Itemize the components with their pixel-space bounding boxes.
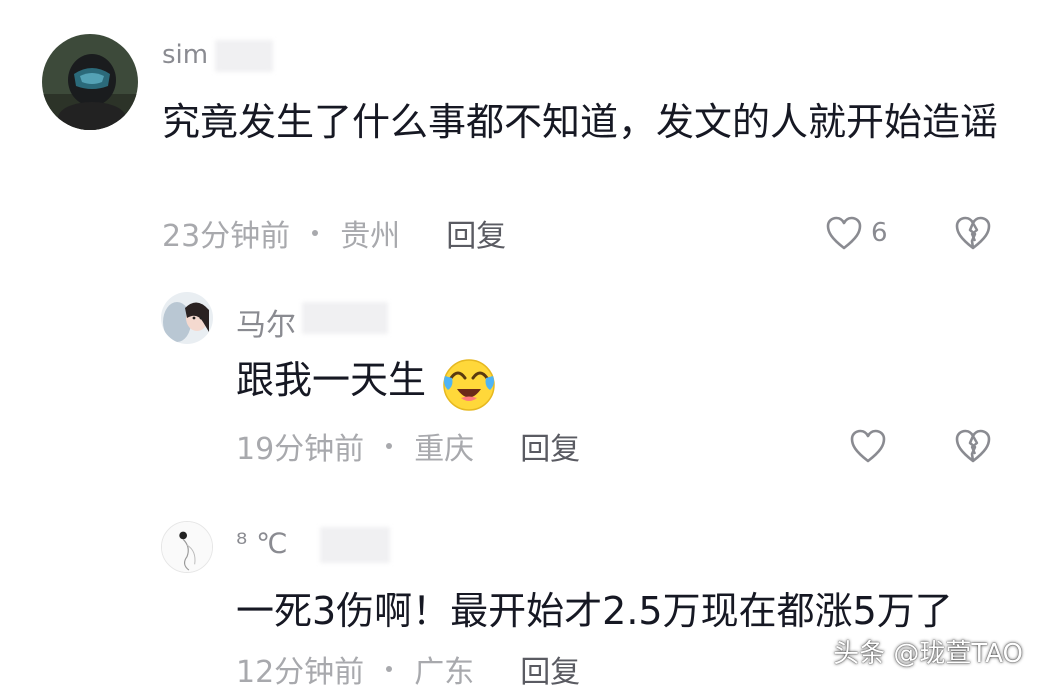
comment-time: 12分钟前 — [236, 655, 365, 686]
like-count: 6 — [871, 218, 888, 248]
comment-location: 重庆 — [414, 432, 475, 467]
comment-meta: 12分钟前 广东 回复 — [236, 649, 580, 686]
reply-button[interactable]: 回复 — [520, 424, 580, 468]
heart-icon — [826, 216, 862, 250]
comment-meta: 23分钟前 贵州 回复 — [162, 211, 506, 255]
avatar[interactable] — [161, 292, 213, 344]
comment-time: 19分钟前 — [236, 432, 365, 467]
comment-time: 23分钟前 — [162, 219, 291, 254]
comment-text-body: 跟我一天生 — [236, 358, 427, 402]
comment-text: 究竟发生了什么事都不知道，发文的人就开始造谣 — [162, 100, 999, 144]
like-button[interactable]: 6 — [825, 215, 888, 251]
username[interactable]: 马尔 — [236, 300, 296, 344]
like-button[interactable] — [849, 428, 887, 464]
username[interactable]: sim — [162, 40, 208, 70]
username-mask — [320, 527, 390, 563]
reply-button[interactable]: 回复 — [446, 211, 506, 255]
separator-dot — [386, 443, 393, 449]
comment-item: sim 究竟发生了什么事都不知道，发文的人就开始造谣 23分钟前 贵州 回复 6 — [0, 0, 1041, 260]
watermark: 头条 @珑萱TAO — [833, 639, 1023, 669]
dislike-button[interactable] — [954, 428, 992, 464]
username-mask — [302, 302, 388, 334]
separator-dot — [386, 666, 393, 672]
username[interactable]: ⁸ ℃ — [236, 527, 288, 560]
crying-laughing-emoji-icon — [443, 358, 495, 411]
comment-text: 跟我一天生 — [236, 350, 498, 412]
dislike-button[interactable] — [954, 215, 992, 251]
broken-heart-icon — [955, 216, 991, 250]
comment-meta: 19分钟前 重庆 回复 — [236, 424, 580, 468]
comment-location: 广东 — [414, 655, 475, 686]
avatar[interactable] — [42, 34, 138, 130]
broken-heart-icon — [955, 429, 991, 463]
comment-location: 贵州 — [340, 219, 401, 254]
comment-text: 一死3伤啊！最开始才2.5万现在都涨5万了 — [236, 589, 953, 633]
heart-icon — [850, 429, 886, 463]
reply-button[interactable]: 回复 — [520, 647, 580, 686]
reply-item: 马尔 跟我一天生 19分钟前 重庆 回复 — [0, 280, 1041, 480]
avatar[interactable] — [161, 521, 213, 573]
separator-dot — [312, 230, 319, 236]
username-mask — [215, 40, 273, 72]
